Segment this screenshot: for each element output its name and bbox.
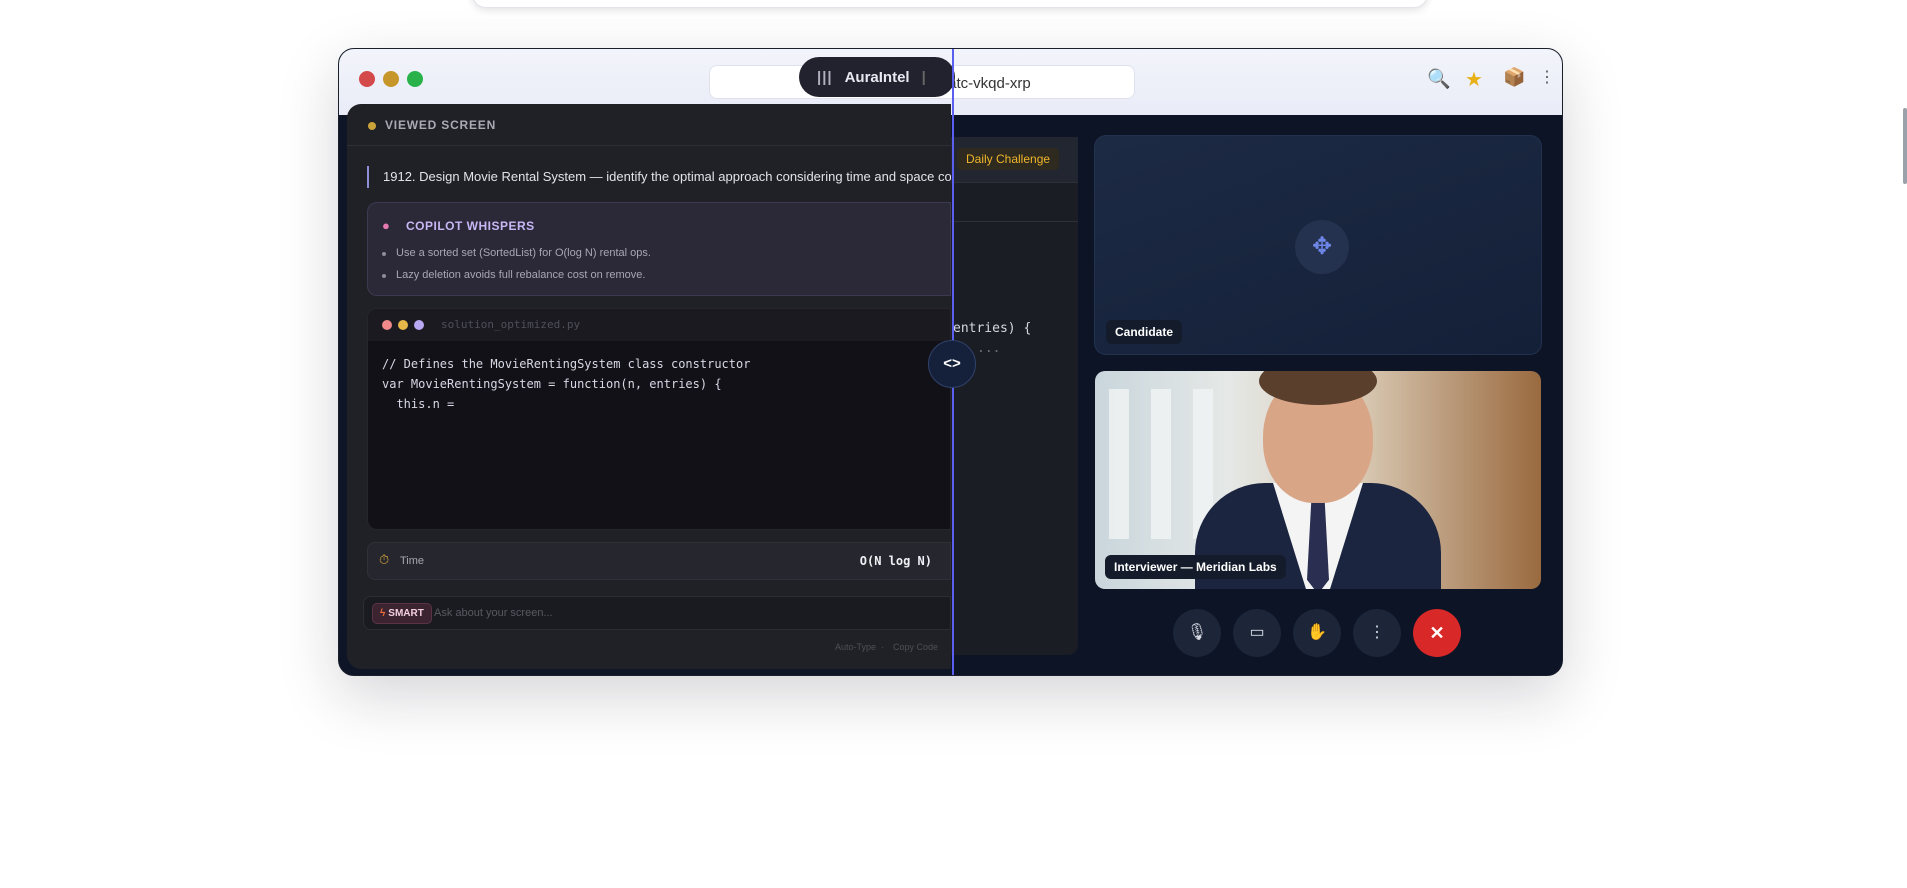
copy-code-link[interactable]: Copy Code bbox=[893, 642, 938, 652]
url-text: /atc-vkqd-xrp bbox=[944, 75, 1031, 92]
background-window bbox=[1151, 389, 1171, 539]
auto-type-link[interactable]: Auto-Type bbox=[835, 642, 876, 652]
candidate-tile[interactable]: ✥ Candidate bbox=[1094, 135, 1542, 355]
package-icon[interactable]: 📦 bbox=[1503, 67, 1525, 88]
code-panel: Daily Challenge entries) { ... bbox=[951, 137, 1078, 655]
code-panel-divider bbox=[951, 221, 1078, 222]
app-window: /atc-vkqd-xrp 🔍 ★ 📦 ⋮ Daily Challenge en… bbox=[338, 48, 1563, 676]
more-icon: ⋮ bbox=[1369, 624, 1385, 641]
smart-mode-toggle[interactable]: ϟ SMART bbox=[372, 603, 432, 624]
captions-icon: ▭ bbox=[1249, 624, 1265, 641]
microphone-button[interactable]: 🎙 bbox=[1173, 609, 1221, 657]
smart-label: SMART bbox=[388, 608, 424, 619]
panel-title: VIEWED SCREEN bbox=[385, 118, 497, 132]
editor-dot-purple bbox=[414, 320, 424, 330]
brand-name: AuraIntel bbox=[844, 68, 910, 86]
code-editor[interactable]: solution_optimized.py // Defines the Mov… bbox=[367, 308, 951, 530]
panel-header: VIEWED SCREEN bbox=[347, 104, 951, 146]
more-options-button[interactable]: ⋮ bbox=[1353, 609, 1401, 657]
close-window-button[interactable] bbox=[359, 71, 375, 87]
interviewer-video[interactable]: Interviewer — Meridian Labs bbox=[1095, 371, 1541, 589]
code-line: entries) { bbox=[953, 321, 1032, 336]
raise-hand-button[interactable]: ✋ bbox=[1293, 609, 1341, 657]
code-line: var MovieRentingSystem = function(n, ent… bbox=[382, 377, 722, 391]
ask-input[interactable]: Ask about your screen... bbox=[434, 607, 553, 619]
complexity-value: O(N log N) bbox=[859, 554, 932, 568]
footer-separator: · bbox=[881, 642, 884, 652]
code-line: this.n = bbox=[382, 397, 455, 411]
brand-separator: | bbox=[921, 68, 926, 86]
maximize-window-button[interactable] bbox=[407, 71, 423, 87]
brand-pill[interactable]: ||| AuraIntel | bbox=[799, 57, 955, 97]
whispers-title: COPILOT WHISPERS bbox=[406, 219, 535, 233]
question-text: 1912. Design Movie Rental System — ident… bbox=[367, 166, 951, 188]
editor-filename: solution_optimized.py bbox=[441, 318, 581, 331]
move-icon: ✥ bbox=[1295, 220, 1349, 274]
ask-input-bar[interactable]: ϟ SMART Ask about your screen... bbox=[363, 596, 951, 630]
editor-header: solution_optimized.py bbox=[368, 309, 950, 341]
editor-dot-red bbox=[382, 320, 392, 330]
bolt-icon: ϟ bbox=[380, 608, 386, 619]
star-icon[interactable]: ★ bbox=[1465, 67, 1483, 92]
code-brackets-icon: <> bbox=[943, 355, 961, 372]
copilot-panel: VIEWED SCREEN 1912. Design Movie Rental … bbox=[347, 104, 951, 669]
code-line: ... bbox=[977, 341, 1001, 356]
complexity-bar: ⏱ Time O(N log N) bbox=[367, 542, 951, 580]
split-handle[interactable]: <> bbox=[928, 340, 976, 388]
brain-icon: ● bbox=[382, 218, 390, 233]
search-icon[interactable]: 🔍 bbox=[1427, 67, 1451, 91]
top-pill-bar bbox=[472, 0, 1428, 8]
daily-challenge-badge[interactable]: Daily Challenge bbox=[957, 148, 1060, 170]
interviewer-label: Interviewer — Meridian Labs bbox=[1105, 555, 1286, 579]
status-dot bbox=[368, 122, 376, 130]
microphone-icon: 🎙 bbox=[1186, 624, 1208, 641]
code-line: // Defines the MovieRentingSystem class … bbox=[382, 357, 751, 371]
candidate-label: Candidate bbox=[1106, 320, 1183, 344]
code-panel-header: Daily Challenge bbox=[951, 137, 1078, 183]
whisper-item: Lazy deletion avoids full rebalance cost… bbox=[381, 269, 646, 281]
captions-button[interactable]: ▭ bbox=[1233, 609, 1281, 657]
kebab-menu-icon[interactable]: ⋮ bbox=[1539, 67, 1555, 87]
editor-dot-yellow bbox=[398, 320, 408, 330]
timer-icon: ⏱ bbox=[379, 552, 390, 567]
close-icon: ✕ bbox=[1429, 623, 1445, 643]
complexity-label: Time bbox=[400, 555, 425, 567]
drag-handle-icon: ||| bbox=[817, 68, 833, 86]
whisper-item: Use a sorted set (SortedList) for O(log … bbox=[382, 247, 651, 259]
scrollbar[interactable] bbox=[1903, 108, 1907, 184]
copilot-whispers-card: ● COPILOT WHISPERS Use a sorted set (Sor… bbox=[367, 202, 951, 296]
hand-icon: ✋ bbox=[1307, 624, 1327, 641]
minimize-window-button[interactable] bbox=[383, 71, 399, 87]
background-window bbox=[1109, 389, 1129, 539]
end-call-button[interactable]: ✕ bbox=[1413, 609, 1461, 657]
